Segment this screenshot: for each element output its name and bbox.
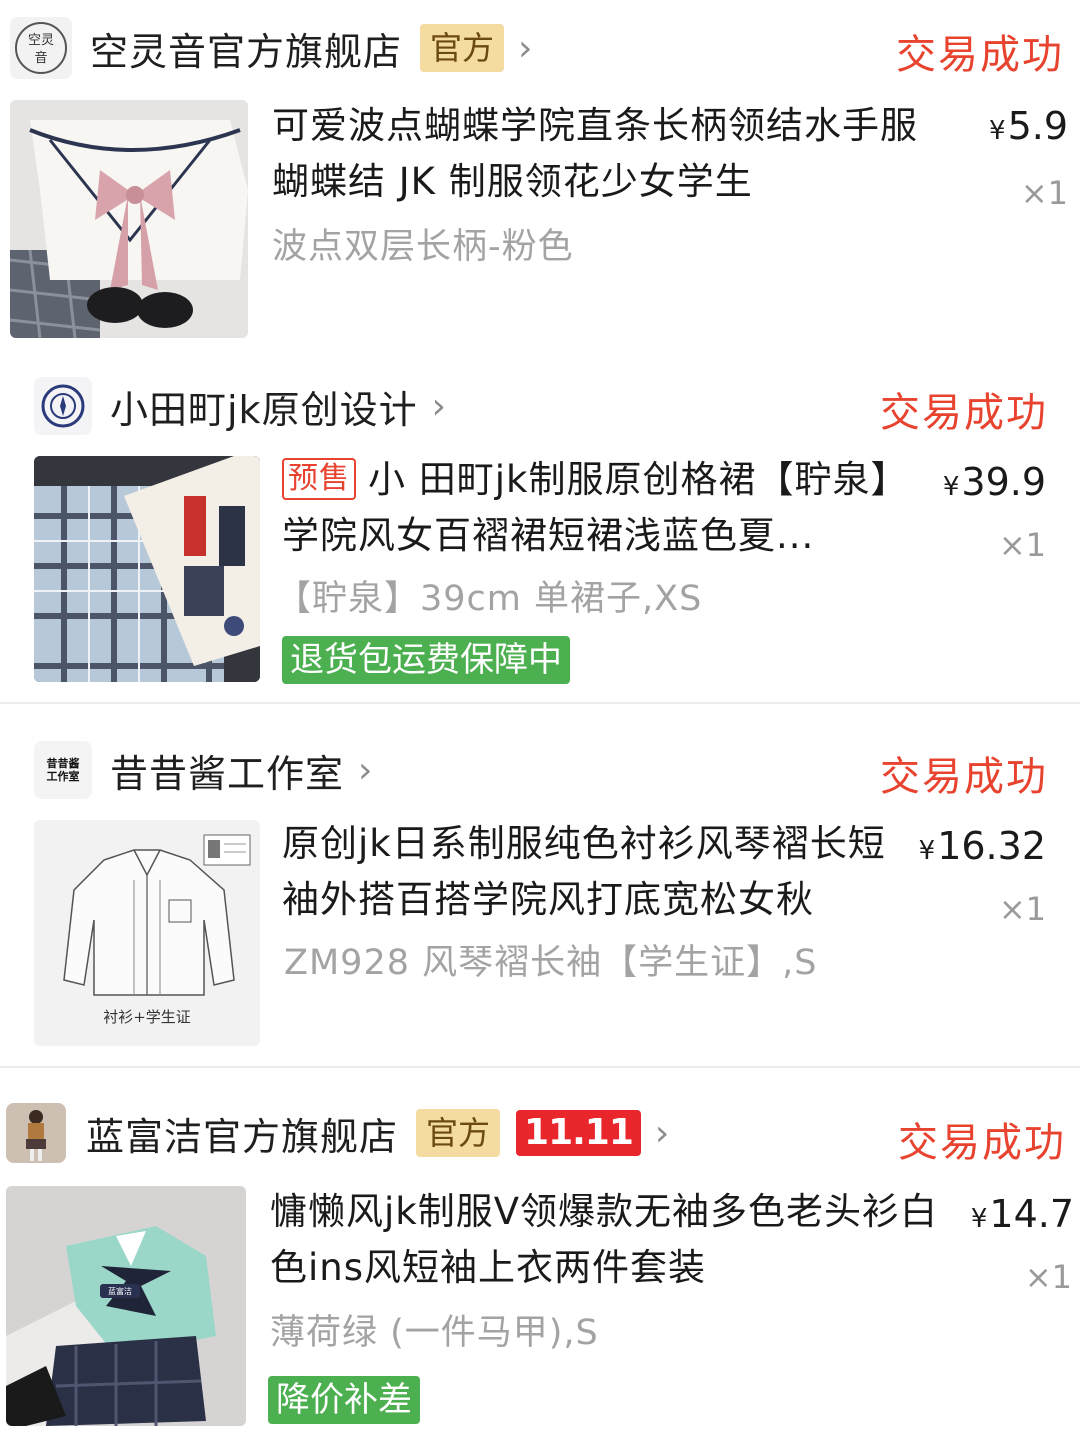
yen-symbol: ¥ [970, 1204, 988, 1234]
price-value: 5.9 [1007, 104, 1068, 148]
order-status-3: 交易成功 [880, 754, 1048, 800]
seal-logo-icon: 空灵 音 [15, 22, 67, 74]
product-image-caption: 衬衫+学生证 [103, 1008, 191, 1026]
order-divider [0, 1066, 1080, 1068]
official-badge-1: 官方 [420, 24, 505, 72]
price-protection-tag: 降价补差 [268, 1376, 420, 1424]
product-title-2[interactable]: 预售小 田町jk制服原创格裙【聍泉】学院风女百褶裙短裙浅蓝色夏... [282, 452, 922, 564]
price-value: 39.9 [961, 460, 1046, 504]
official-badge-4: 官方 [416, 1109, 501, 1157]
shop-logo-3[interactable]: 昔昔酱 工作室 [34, 741, 92, 799]
price-value: 14.7 [989, 1192, 1074, 1236]
double-eleven-badge: 11.11 [516, 1110, 641, 1156]
product-title-3[interactable]: 原创jk日系制服纯色衬衫风琴褶长短袖外搭百搭学院风打底宽松女秋 [282, 816, 898, 928]
product-qty-4: ×1 [1024, 1258, 1072, 1296]
avatar-photo-icon [6, 1103, 66, 1163]
product-image-3[interactable]: 衬衫+学生证 [34, 820, 260, 1046]
order-status-4: 交易成功 [898, 1120, 1066, 1166]
product-qty-2: ×1 [998, 526, 1046, 564]
yen-symbol: ¥ [942, 472, 960, 502]
product-price-2: ¥39.9 [943, 460, 1046, 504]
chevron-right-icon[interactable]: › [432, 386, 446, 427]
product-price-4: ¥14.7 [971, 1192, 1074, 1236]
product-image-4[interactable]: 蓝富洁 [6, 1186, 246, 1426]
product-spec-2: 【聍泉】39cm 单裙子,XS [276, 579, 703, 619]
yen-symbol: ¥ [989, 116, 1006, 146]
shop-logo-4[interactable] [6, 1103, 66, 1163]
product-spec-1: 波点双层长柄-粉色 [272, 227, 574, 267]
product-qty-1: ×1 [1020, 174, 1068, 212]
order-divider [0, 702, 1080, 704]
shop-header-4[interactable]: 蓝富洁官方旗舰店 官方 11.11 › [6, 1102, 669, 1164]
order-status-2: 交易成功 [880, 390, 1048, 436]
product-image-2[interactable] [34, 456, 260, 682]
product-spec-3: ZM928 风琴褶长袖【学生证】,S [284, 943, 818, 983]
price-value: 16.32 [937, 824, 1046, 868]
shop-name-4[interactable]: 蓝富洁官方旗舰店 [86, 1106, 398, 1161]
return-shipping-tag: 退货包运费保障中 [282, 636, 570, 684]
product-image-1[interactable] [10, 100, 248, 338]
chevron-right-icon[interactable]: › [655, 1113, 669, 1154]
chevron-right-icon[interactable]: › [358, 750, 372, 791]
shop-name-1[interactable]: 空灵音官方旗舰店 [90, 21, 402, 76]
vest-label-text: 蓝富洁 [108, 1286, 132, 1296]
shop-logo-1[interactable]: 空灵 音 [10, 17, 72, 79]
shop-logo-2[interactable] [34, 377, 92, 435]
product-title-text-2: 小 田町jk制服原创格裙【聍泉】学院风女百褶裙短裙浅蓝色夏... [282, 458, 909, 557]
product-title-4[interactable]: 慵懒风jk制服V领爆款无袖多色老头衫白色ins风短袖上衣两件套装 [270, 1184, 950, 1296]
svg-text:音: 音 [34, 50, 47, 66]
plaid-skirt-image [34, 456, 260, 682]
product-qty-3: ×1 [998, 890, 1046, 928]
yen-symbol: ¥ [918, 836, 936, 866]
sailor-uniform-image [10, 100, 248, 338]
shop-header-1[interactable]: 空灵 音 空灵音官方旗舰店 官方 › [10, 16, 532, 80]
mint-vest-image: 蓝富洁 [6, 1186, 246, 1426]
product-title-1[interactable]: 可爱波点蝴蝶学院直条长柄领结水手服蝴蝶结 JK 制服领花少女学生 [272, 98, 944, 210]
crest-logo-icon [41, 384, 85, 428]
product-price-1: ¥5.9 [989, 104, 1068, 148]
presale-badge: 预售 [282, 458, 356, 500]
product-spec-4: 薄荷绿 (一件马甲),S [270, 1313, 599, 1353]
shop-header-3[interactable]: 昔昔酱 工作室 昔昔酱工作室 › [34, 740, 372, 800]
order-status-1: 交易成功 [896, 32, 1064, 78]
product-price-3: ¥16.32 [919, 824, 1046, 868]
chevron-right-icon[interactable]: › [518, 28, 532, 69]
shop-header-2[interactable]: 小田町jk原创设计 › [34, 374, 446, 438]
shop-logo-text-3: 昔昔酱 工作室 [46, 757, 80, 783]
svg-text:空灵: 空灵 [28, 33, 54, 48]
shop-name-2[interactable]: 小田町jk原创设计 [110, 379, 418, 434]
shop-name-3[interactable]: 昔昔酱工作室 [110, 743, 344, 798]
